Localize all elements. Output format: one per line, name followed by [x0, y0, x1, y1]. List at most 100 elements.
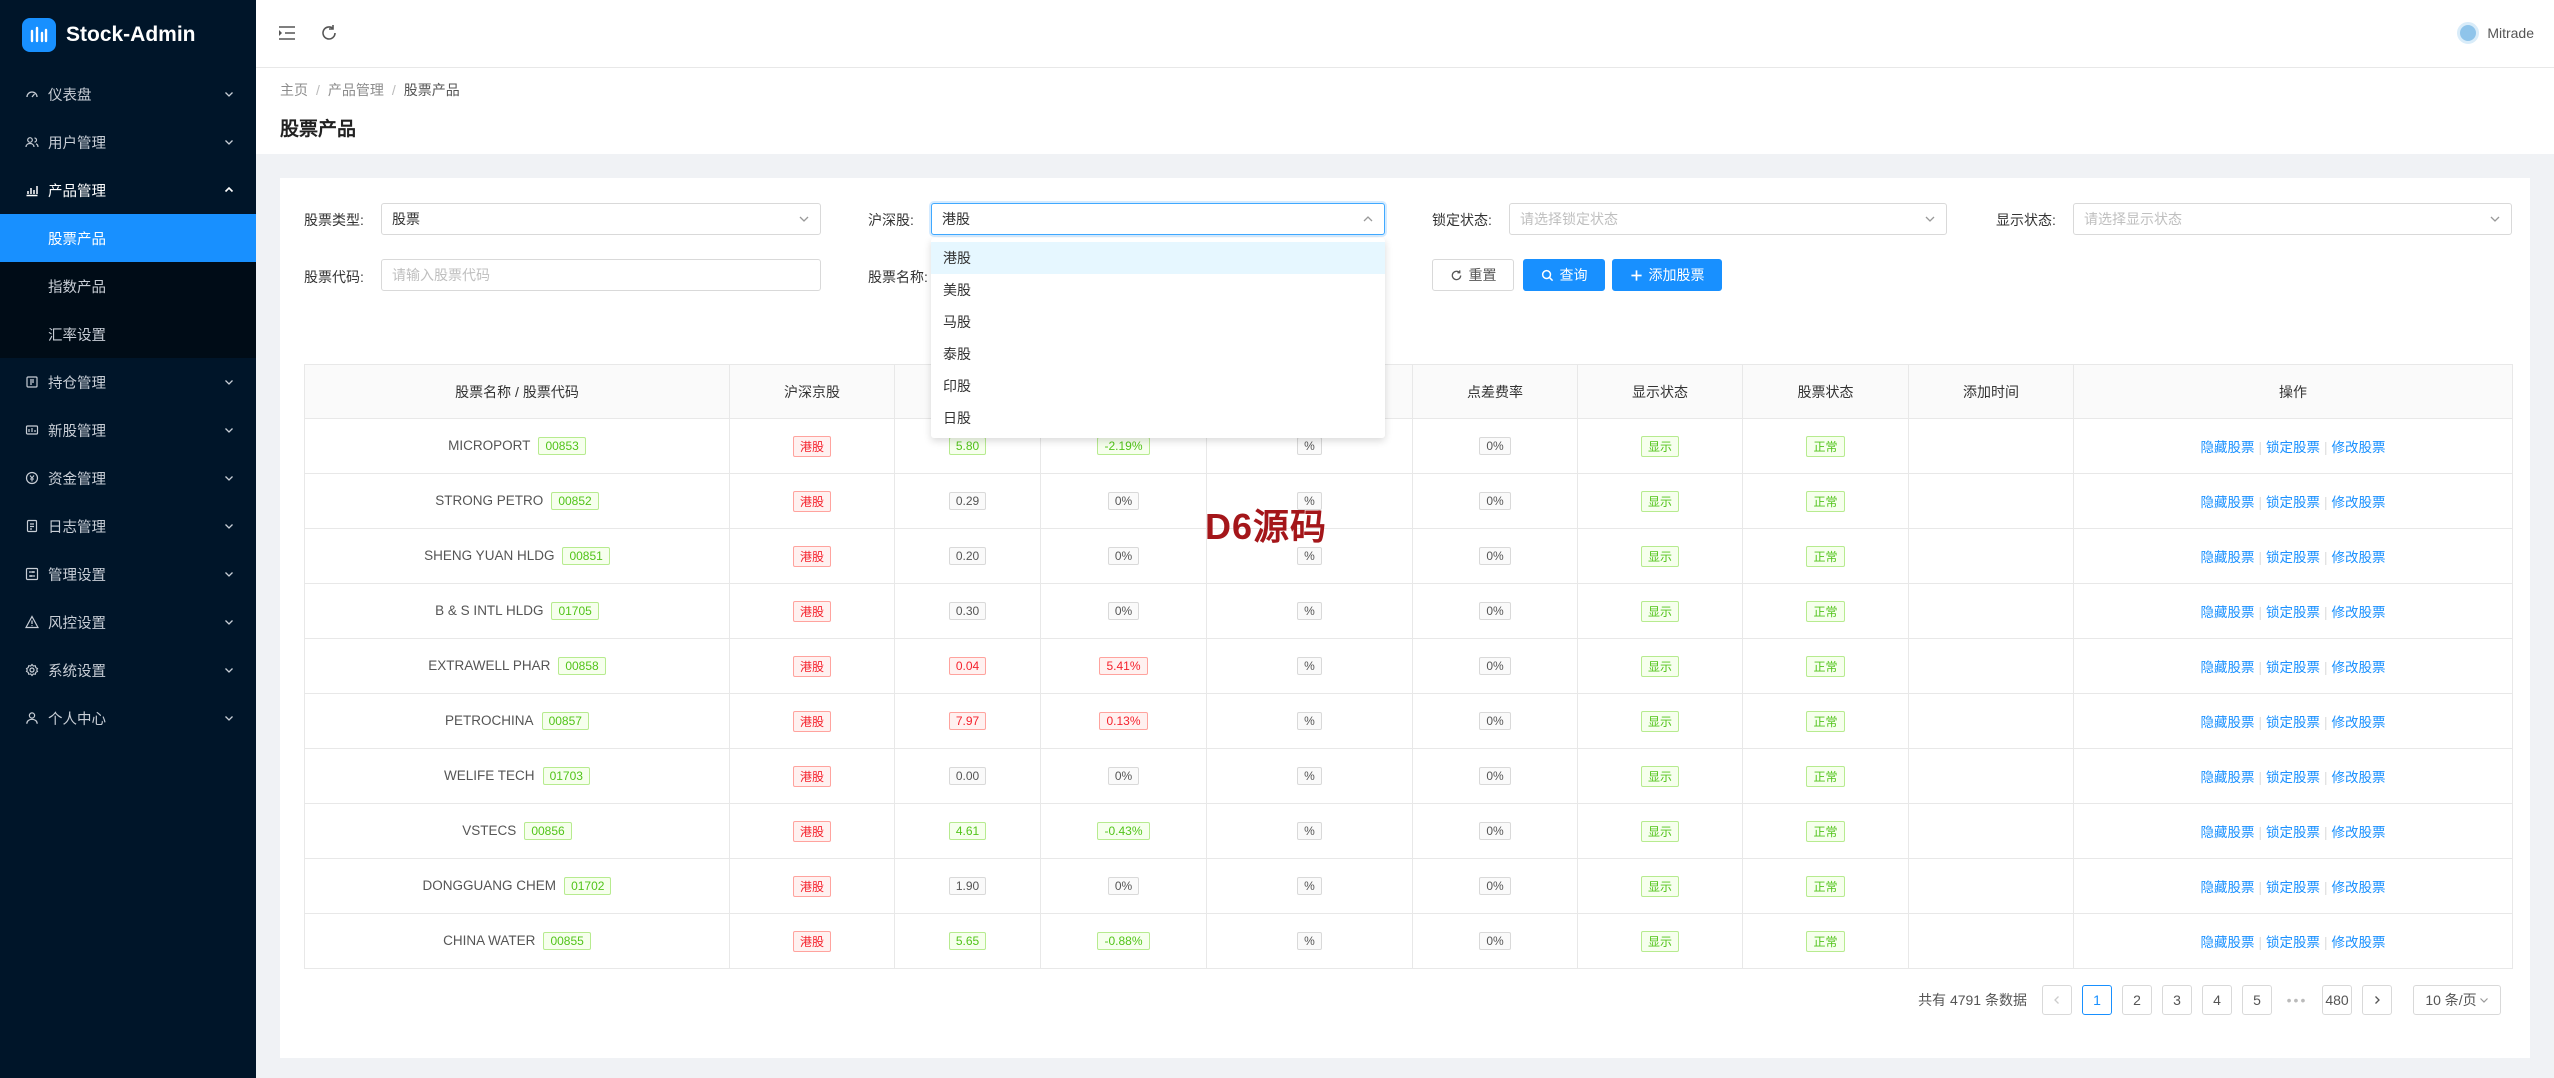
- lock-stock-link[interactable]: 锁定股票: [2266, 770, 2320, 785]
- logo[interactable]: Stock-Admin: [0, 0, 256, 70]
- chevron-right-icon: [2375, 996, 2380, 1004]
- sidebar-item-5[interactable]: 资金管理: [0, 454, 256, 502]
- edit-stock-link[interactable]: 修改股票: [2332, 660, 2386, 675]
- percent-cell: %: [1206, 858, 1413, 914]
- hide-stock-link[interactable]: 隐藏股票: [2200, 495, 2254, 510]
- change-tag: 0%: [1107, 492, 1140, 510]
- lock-stock-link[interactable]: 锁定股票: [2266, 660, 2320, 675]
- hide-stock-link[interactable]: 隐藏股票: [2200, 550, 2254, 565]
- page-button[interactable]: 1: [2082, 985, 2112, 1015]
- stock-code-tag: 01705: [551, 602, 599, 620]
- stock-code-tag: 00852: [551, 492, 599, 510]
- dropdown-option[interactable]: 港股: [931, 242, 1385, 274]
- dropdown-option[interactable]: 马股: [931, 306, 1385, 338]
- edit-stock-link[interactable]: 修改股票: [2332, 605, 2386, 620]
- market-dropdown: 港股 美股 马股 泰股 印股 日股: [931, 238, 1385, 438]
- price-tag: 7.97: [948, 712, 987, 730]
- lock-status-select[interactable]: 请选择锁定状态: [1509, 203, 1947, 235]
- sidebar-item-7[interactable]: 管理设置: [0, 550, 256, 598]
- refresh-icon[interactable]: [318, 22, 340, 44]
- lock-stock-link[interactable]: 锁定股票: [2266, 495, 2320, 510]
- lock-stock-link[interactable]: 锁定股票: [2266, 550, 2320, 565]
- hide-stock-link[interactable]: 隐藏股票: [2200, 770, 2254, 785]
- add-time-cell: [1908, 583, 2074, 639]
- change-cell: 5.41%: [1040, 638, 1207, 694]
- sidebar-item-label: 新股管理: [48, 423, 106, 440]
- warning-icon: [24, 615, 40, 629]
- page-size-select[interactable]: 10 条/页: [2413, 985, 2501, 1015]
- dropdown-option[interactable]: 日股: [931, 402, 1385, 434]
- chevron-left-icon: [2054, 996, 2059, 1004]
- sidebar-subitem-1[interactable]: 指数产品: [0, 262, 256, 310]
- hide-stock-link[interactable]: 隐藏股票: [2200, 715, 2254, 730]
- hide-stock-link[interactable]: 隐藏股票: [2200, 440, 2254, 455]
- query-button[interactable]: 查询: [1523, 259, 1605, 291]
- stock-name: DONGGUANG CHEM: [422, 878, 557, 893]
- hide-stock-link[interactable]: 隐藏股票: [2200, 605, 2254, 620]
- lock-stock-link[interactable]: 锁定股票: [2266, 605, 2320, 620]
- hide-stock-link[interactable]: 隐藏股票: [2200, 935, 2254, 950]
- sidebar-subitem-0[interactable]: 股票产品: [0, 214, 256, 262]
- dropdown-option[interactable]: 印股: [931, 370, 1385, 402]
- stock-type-select[interactable]: 股票: [381, 203, 821, 235]
- edit-stock-link[interactable]: 修改股票: [2332, 770, 2386, 785]
- last-page-button[interactable]: 480: [2322, 985, 2352, 1015]
- sidebar-item-4[interactable]: 新股管理: [0, 406, 256, 454]
- percent-tag: %: [1297, 767, 1322, 785]
- edit-stock-link[interactable]: 修改股票: [2332, 715, 2386, 730]
- lock-status-label: 锁定状态:: [1432, 212, 1492, 228]
- page-button[interactable]: 2: [2122, 985, 2152, 1015]
- display-status-tag: 显示: [1640, 435, 1679, 457]
- hide-stock-link[interactable]: 隐藏股票: [2200, 660, 2254, 675]
- sidebar-item-6[interactable]: 日志管理: [0, 502, 256, 550]
- edit-stock-link[interactable]: 修改股票: [2332, 550, 2386, 565]
- stock-code-input[interactable]: 请输入股票代码: [381, 259, 821, 291]
- edit-stock-link[interactable]: 修改股票: [2332, 825, 2386, 840]
- market-cell: 港股: [729, 473, 895, 529]
- display-status-select[interactable]: 请选择显示状态: [2073, 203, 2512, 235]
- lock-stock-link[interactable]: 锁定股票: [2266, 935, 2320, 950]
- lock-stock-link[interactable]: 锁定股票: [2266, 440, 2320, 455]
- page-button[interactable]: 4: [2202, 985, 2232, 1015]
- stock-name: SHENG YUAN HLDG: [424, 548, 555, 563]
- reset-button[interactable]: 重置: [1432, 259, 1514, 291]
- sidebar-item-10[interactable]: 个人中心: [0, 694, 256, 742]
- sidebar-item-3[interactable]: 持仓管理: [0, 358, 256, 406]
- prev-page-button[interactable]: [2042, 985, 2072, 1015]
- page-button[interactable]: 5: [2242, 985, 2272, 1015]
- market-select[interactable]: 港股: [931, 203, 1385, 235]
- stock-status-tag: 正常: [1806, 600, 1845, 622]
- hide-stock-link[interactable]: 隐藏股票: [2200, 880, 2254, 895]
- dropdown-option[interactable]: 美股: [931, 274, 1385, 306]
- next-page-button[interactable]: [2362, 985, 2392, 1015]
- hide-stock-link[interactable]: 隐藏股票: [2200, 825, 2254, 840]
- user-menu[interactable]: Mitrade: [2457, 22, 2534, 44]
- sidebar-item-2[interactable]: 产品管理: [0, 166, 256, 214]
- spread-tag: 0%: [1479, 437, 1511, 455]
- dropdown-option[interactable]: 泰股: [931, 338, 1385, 370]
- sidebar-item-0[interactable]: 仪表盘: [0, 70, 256, 118]
- sidebar-item-9[interactable]: 系统设置: [0, 646, 256, 694]
- display-status-cell: 显示: [1577, 858, 1743, 914]
- edit-stock-link[interactable]: 修改股票: [2332, 495, 2386, 510]
- menu-fold-icon[interactable]: [276, 22, 298, 44]
- sidebar-item-1[interactable]: 用户管理: [0, 118, 256, 166]
- lock-stock-link[interactable]: 锁定股票: [2266, 715, 2320, 730]
- page-button[interactable]: 3: [2162, 985, 2192, 1015]
- breadcrumb-home[interactable]: 主页: [280, 82, 308, 98]
- spread-cell: 0%: [1412, 638, 1578, 694]
- lock-stock-link[interactable]: 锁定股票: [2266, 880, 2320, 895]
- edit-stock-link[interactable]: 修改股票: [2332, 440, 2386, 455]
- percent-cell: %: [1206, 913, 1413, 969]
- edit-stock-link[interactable]: 修改股票: [2332, 880, 2386, 895]
- add-stock-button[interactable]: 添加股票: [1612, 259, 1722, 291]
- sidebar-subitem-2[interactable]: 汇率设置: [0, 310, 256, 358]
- sidebar-item-8[interactable]: 风控设置: [0, 598, 256, 646]
- lock-stock-link[interactable]: 锁定股票: [2266, 825, 2320, 840]
- percent-cell: %: [1206, 748, 1413, 804]
- actions-cell: 隐藏股票 | 锁定股票 | 修改股票: [2073, 803, 2513, 859]
- edit-stock-link[interactable]: 修改股票: [2332, 935, 2386, 950]
- page-ellipsis[interactable]: •••: [2282, 985, 2312, 1015]
- percent-tag: %: [1297, 602, 1322, 620]
- breadcrumb-product[interactable]: 产品管理: [328, 82, 384, 98]
